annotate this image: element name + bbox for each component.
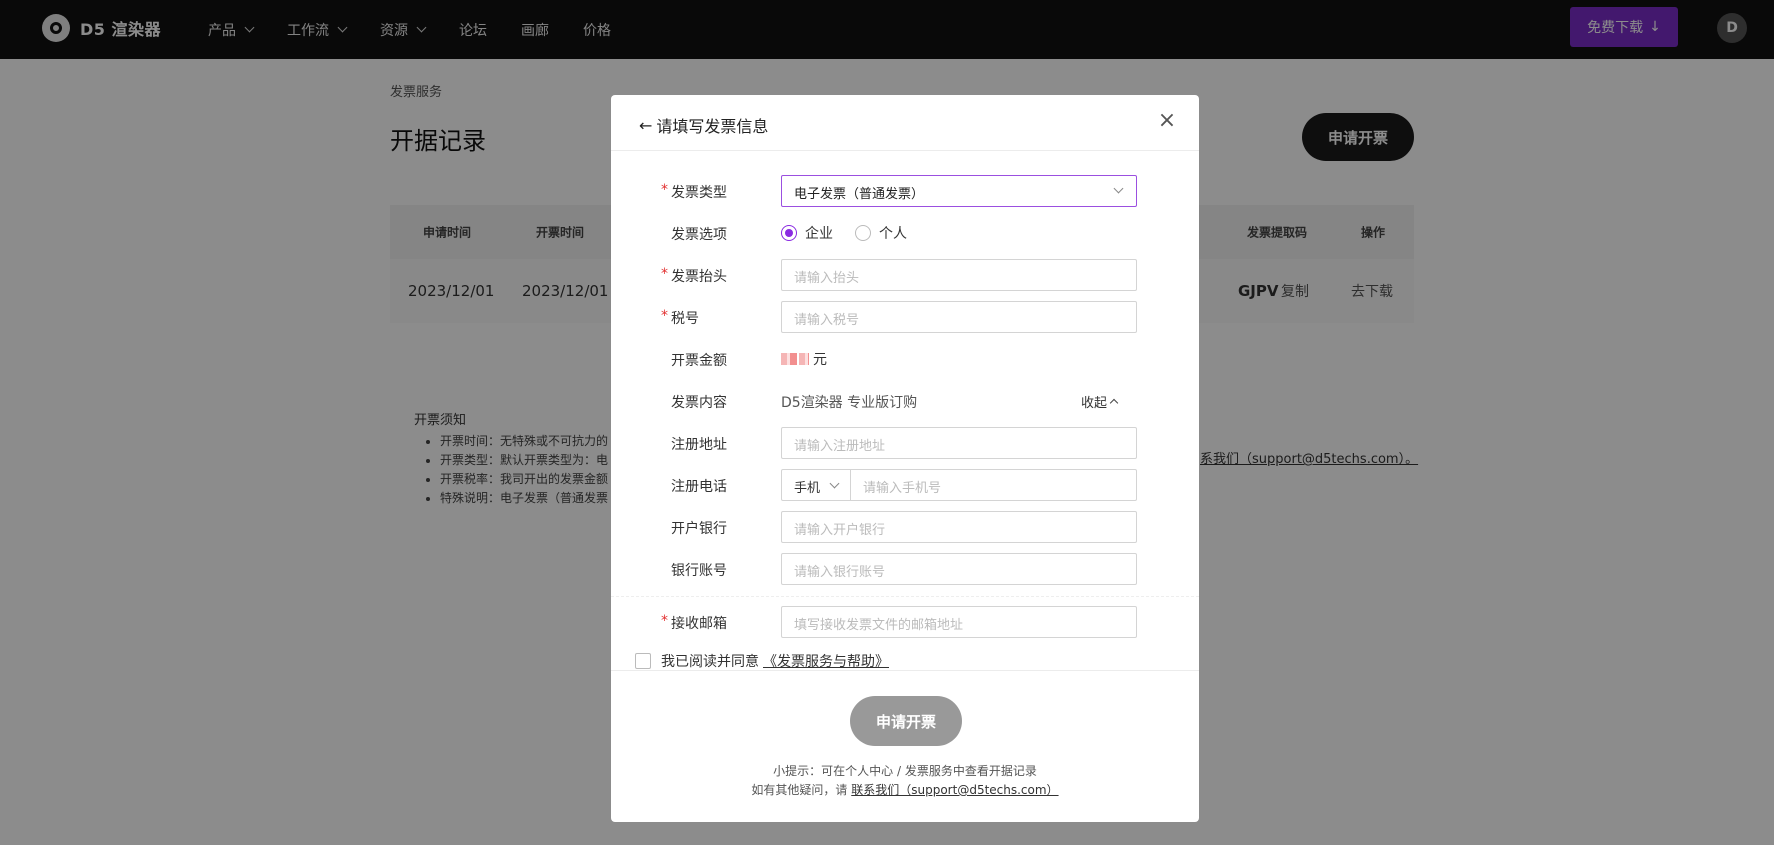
tip-text: 小提示：可在个人中心 / 发票服务中查看开据记录 (773, 764, 1037, 778)
required-mark: * (661, 266, 668, 282)
bank-input[interactable]: 请输入开户银行 (781, 511, 1137, 543)
footer-divider (611, 670, 1199, 671)
invoice-type-select[interactable]: 电子发票（普通发票） (781, 175, 1137, 207)
terms-link[interactable]: 《发票服务与帮助》 (763, 651, 889, 671)
help-prefix: 如有其他疑问，请 (751, 783, 852, 797)
required-mark: * (661, 182, 668, 198)
field-label: 发票选项 (671, 227, 727, 243)
agreement-row: 我已阅读并同意 《发票服务与帮助》 (635, 651, 889, 671)
field-label: 注册地址 (671, 437, 727, 453)
submit-invoice-button[interactable]: 申请开票 (850, 696, 962, 746)
field-label: * 发票抬头 (661, 266, 727, 285)
field-invoice-option: 发票选项 企业 个人 (611, 217, 1199, 249)
field-content: 发票内容 D5渲染器 专业版订购 收起 (611, 385, 1199, 417)
invoice-content-value: D5渲染器 专业版订购 (781, 395, 918, 411)
amount-unit: 元 (813, 352, 827, 368)
field-invoice-type: * 发票类型 电子发票（普通发票） (611, 175, 1199, 207)
field-bank: 开户银行 请输入开户银行 (611, 511, 1199, 543)
field-label: 开票金额 (671, 353, 727, 369)
contact-support-link[interactable]: 联系我们（support@d5techs.com） (851, 783, 1058, 797)
field-invoice-header: * 发票抬头 请输入抬头 (611, 259, 1199, 291)
radio-company[interactable] (781, 225, 797, 241)
field-label: 发票内容 (671, 395, 727, 411)
field-amount: 开票金额 元 (611, 343, 1199, 375)
field-label: 注册电话 (671, 479, 727, 495)
dialog-title: 请填写发票信息 (656, 117, 769, 136)
redacted-amount (781, 353, 809, 365)
phone-type-select[interactable]: 手机 (781, 469, 851, 501)
field-tax-number: * 税号 请输入税号 (611, 301, 1199, 333)
help-text: 如有其他疑问，请 联系我们（support@d5techs.com） (611, 781, 1199, 798)
amount-value: 元 (781, 349, 827, 369)
field-label: * 发票类型 (661, 182, 727, 201)
radio-personal[interactable] (855, 225, 871, 241)
arrow-left-icon: ← (639, 115, 653, 135)
field-account: 银行账号 请输入银行账号 (611, 553, 1199, 585)
tax-number-input[interactable]: 请输入税号 (781, 301, 1137, 333)
chevron-down-icon (1113, 183, 1124, 194)
section-divider (611, 596, 1199, 597)
field-email: * 接收邮箱 填写接收发票文件的邮箱地址 (611, 606, 1199, 638)
agree-checkbox[interactable] (635, 653, 651, 669)
required-mark: * (661, 308, 668, 324)
chevron-up-icon (1109, 398, 1119, 408)
email-input[interactable]: 填写接收发票文件的邮箱地址 (781, 606, 1137, 638)
field-label: * 税号 (661, 308, 699, 327)
radio-label-company[interactable]: 企业 (805, 223, 833, 243)
agree-text: 我已阅读并同意 (661, 654, 759, 670)
invoice-info-dialog: ← 请填写发票信息 × * 发票类型 电子发票（普通发票） 发票选项 企业 个人 … (611, 95, 1199, 822)
account-input[interactable]: 请输入银行账号 (781, 553, 1137, 585)
selected-value: 手机 (794, 481, 821, 496)
field-phone: 注册电话 手机 请输入手机号 (611, 469, 1199, 501)
invoice-header-input[interactable]: 请输入抬头 (781, 259, 1137, 291)
required-mark: * (661, 613, 668, 629)
selected-value: 电子发票（普通发票） (794, 187, 925, 202)
chevron-down-icon (829, 478, 840, 489)
field-label: 银行账号 (671, 563, 727, 579)
collapse-button[interactable]: 收起 (1081, 392, 1119, 411)
field-label: * 接收邮箱 (661, 613, 727, 632)
phone-input[interactable]: 请输入手机号 (850, 469, 1137, 501)
close-icon[interactable]: × (1155, 109, 1179, 133)
dialog-header: ← 请填写发票信息 × (611, 95, 1199, 151)
field-label: 开户银行 (671, 521, 727, 537)
field-address: 注册地址 请输入注册地址 (611, 427, 1199, 459)
invoice-option-radio-group: 企业 个人 (781, 223, 921, 243)
address-input[interactable]: 请输入注册地址 (781, 427, 1137, 459)
collapse-label: 收起 (1081, 396, 1108, 411)
radio-label-personal[interactable]: 个人 (879, 223, 907, 243)
back-button[interactable]: ← 请填写发票信息 (639, 113, 768, 137)
